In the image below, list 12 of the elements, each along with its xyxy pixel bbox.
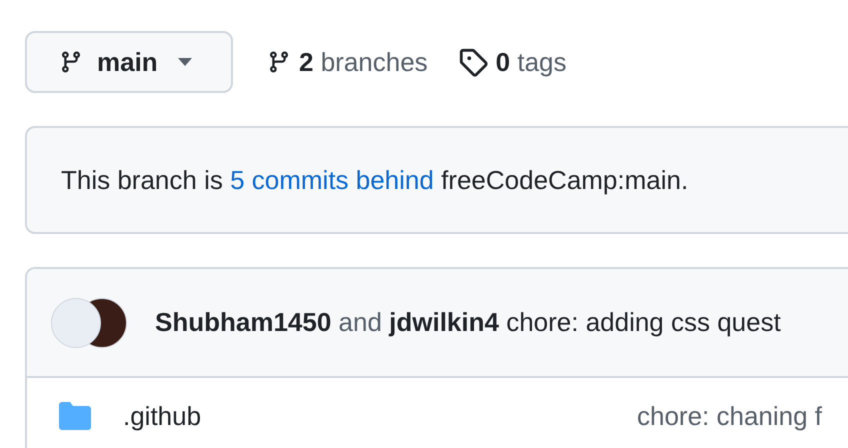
branches-link[interactable]: 2 branches [267, 46, 428, 78]
tags-link[interactable]: 0 tags [458, 46, 567, 78]
folder-icon [59, 402, 91, 430]
branch-status-text: This branch is 5 commits behind freeCodeCamp:main. [61, 164, 688, 196]
avatar [51, 298, 101, 348]
branch-selector[interactable]: main [25, 31, 233, 93]
tag-icon [458, 47, 488, 77]
commit-message-link[interactable]: chore: chaning f [637, 400, 822, 432]
caret-icon [178, 58, 192, 66]
file-name-link[interactable]: .github [91, 400, 637, 432]
commit-summary: Shubham1450 and jdwilkin4 chore: adding css quest [155, 307, 781, 338]
commits-behind-link[interactable]: 5 commits behind [230, 164, 434, 194]
